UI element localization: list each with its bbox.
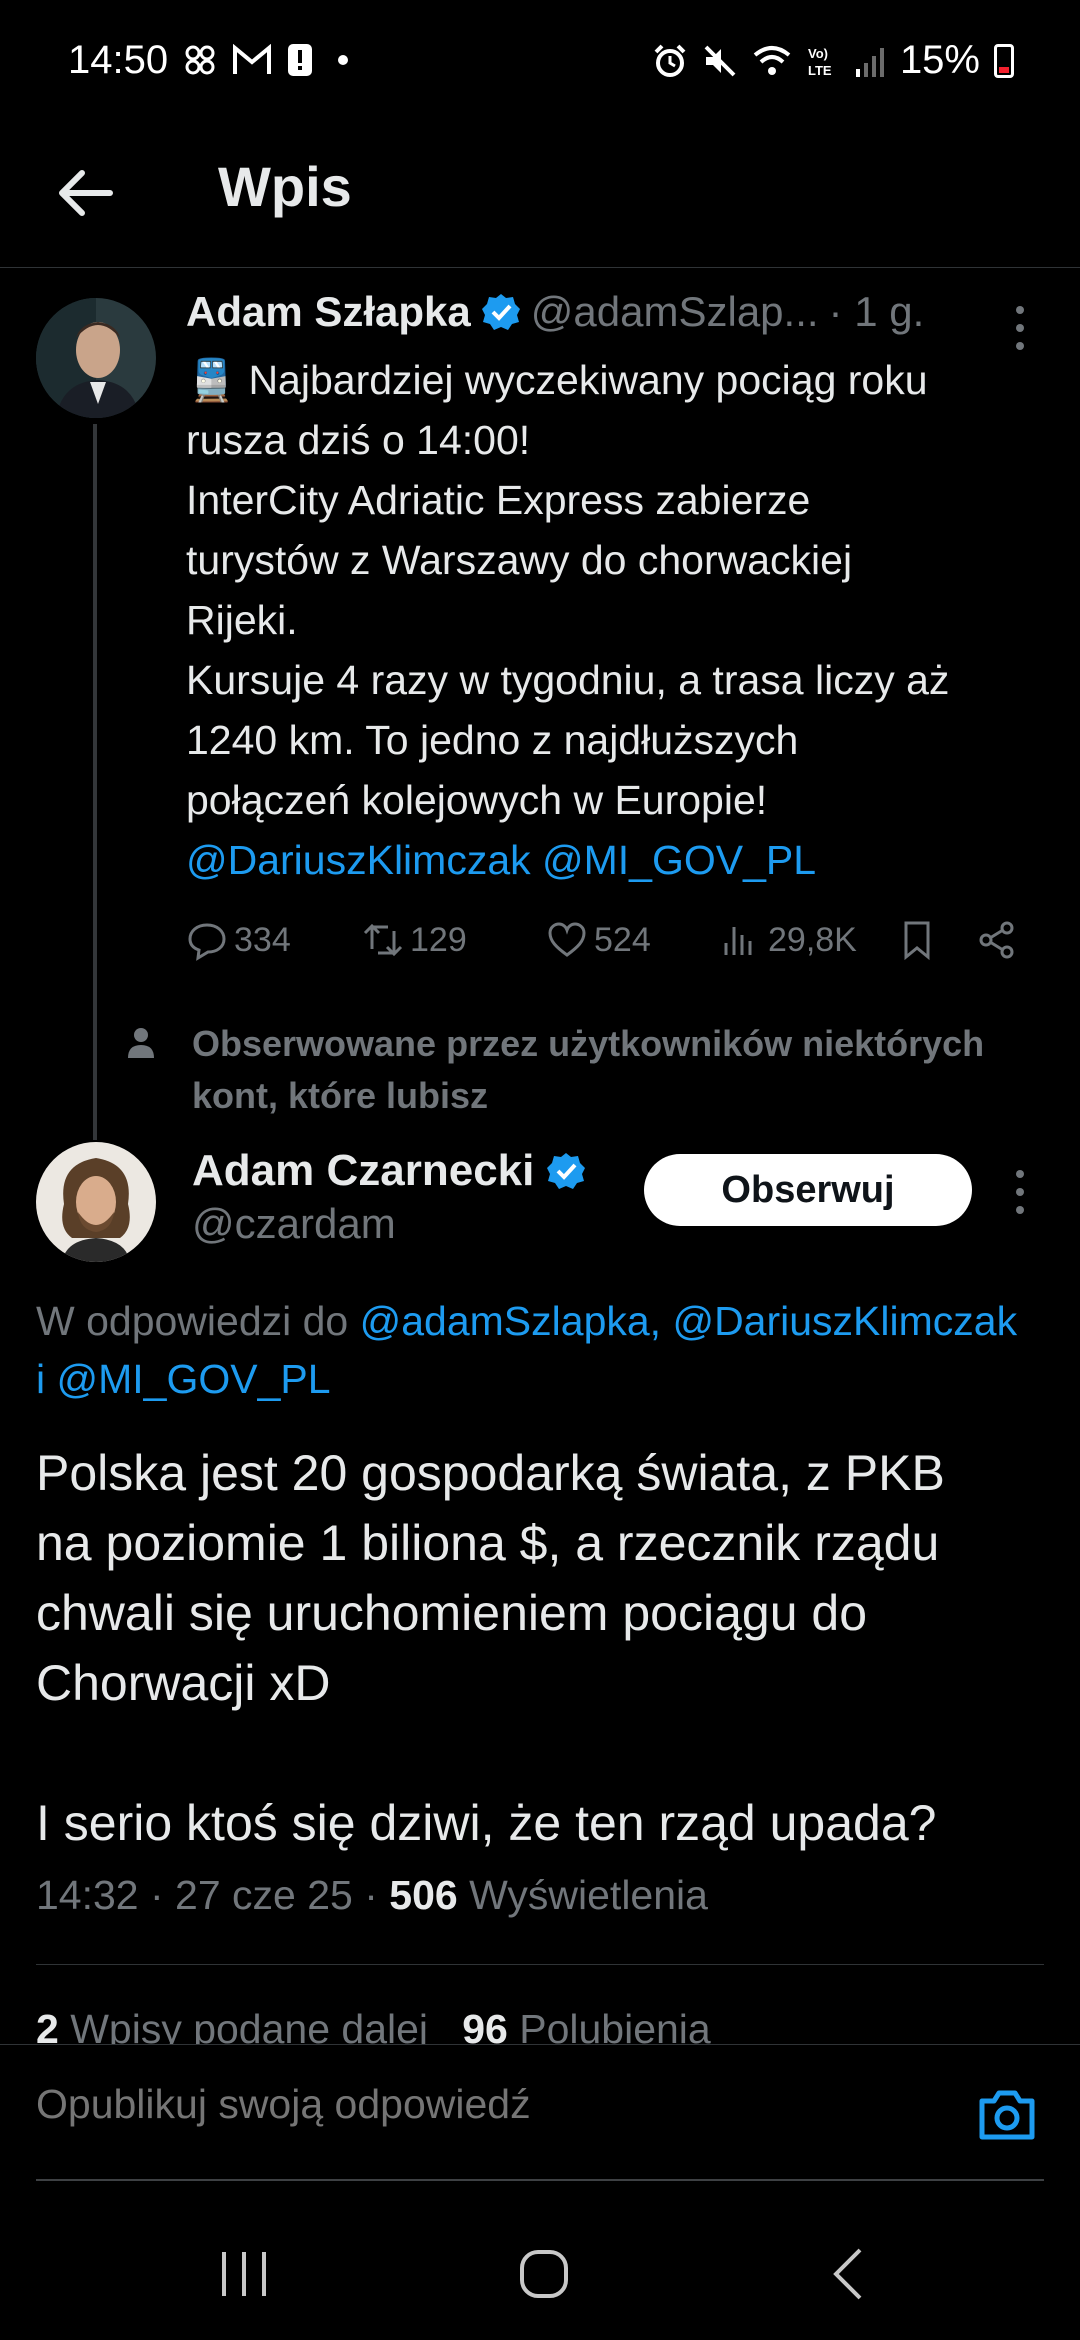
- repost-icon: [363, 923, 403, 957]
- bookmark-button[interactable]: [896, 919, 976, 961]
- back-icon[interactable]: [820, 2244, 880, 2304]
- reposts-label[interactable]: Wpisy podane dalej: [59, 2006, 428, 2046]
- likes-label[interactable]: Polubienia: [508, 2006, 711, 2046]
- reply-to-mentions[interactable]: @adamSzlapka, @DariuszKlimczak: [360, 1298, 1017, 1344]
- tweet-line: Rijeki.: [186, 597, 298, 643]
- reply-conjunction: i: [36, 1356, 57, 1402]
- top-app-bar: Wpis: [0, 120, 1080, 268]
- views-label: Wyświetlenia: [457, 1872, 708, 1918]
- views-count: 506: [389, 1872, 458, 1918]
- heart-icon: [548, 922, 586, 957]
- author-handle[interactable]: @adamSzlap...: [531, 288, 819, 336]
- tweet-line: chwali się uruchomieniem pociągu do: [36, 1585, 868, 1641]
- tweet-line: połączeń kolejowych w Europie!: [186, 777, 768, 823]
- divider: [36, 1964, 1044, 1965]
- reply-prefix: W odpowiedzi do: [36, 1298, 360, 1344]
- social-context-line: Obserwowane przez użytkowników niektóryc…: [192, 1023, 985, 1064]
- status-right-icons: Vo) LTE 15%: [652, 38, 1014, 83]
- likes-count[interactable]: 96: [462, 2006, 508, 2046]
- tweet1-text: 🚆 Najbardziej wyczekiwany pociąg roku ru…: [186, 350, 1046, 890]
- reply-button[interactable]: 334: [186, 919, 362, 961]
- like-button[interactable]: 524: [546, 919, 720, 961]
- home-icon[interactable]: [514, 2244, 574, 2304]
- author-handle[interactable]: @czardam: [192, 1200, 396, 1248]
- reply-input[interactable]: [36, 2081, 936, 2128]
- tweet-line: 1240 km. To jedno z najdłuższych: [186, 717, 799, 763]
- avatar-adam-czarnecki[interactable]: [36, 1142, 156, 1262]
- tweet-metadata: 14:32 · 27 cze 25 · 506 Wyświetlenia: [36, 1872, 708, 1919]
- repost-button[interactable]: 129: [362, 919, 546, 961]
- tweet-line: Kursuje 4 razy w tygodniu, a trasa liczy…: [186, 657, 950, 703]
- reply-icon: [188, 923, 226, 961]
- camera-icon[interactable]: [976, 2087, 1038, 2143]
- tweet1-header: Adam Szłapka @adamSzlap... · 1 g.: [186, 288, 924, 336]
- more-options-icon[interactable]: [1000, 298, 1040, 358]
- alert-icon: [288, 44, 312, 76]
- share-icon: [979, 921, 1014, 959]
- svg-text:LTE: LTE: [808, 63, 832, 78]
- tweet-line: na poziomie 1 biliona $, a rzecznik rząd…: [36, 1515, 940, 1571]
- social-context-line: kont, które lubisz: [192, 1075, 489, 1116]
- views-count: 29,8K: [768, 920, 857, 959]
- dot-icon: [338, 55, 348, 65]
- wifi-icon: [753, 45, 791, 75]
- tweet1-action-bar: 334 129 524 29,8K: [186, 912, 1036, 968]
- system-navigation-bar: [0, 2200, 1080, 2340]
- page-title: Wpis: [218, 155, 352, 218]
- composer-underline: [36, 2179, 1044, 2181]
- tweet-line: turystów z Warszawy do chorwackiej: [186, 537, 853, 583]
- status-left-icons: [182, 42, 358, 78]
- repost-count: 129: [410, 920, 467, 959]
- battery-percentage: 15%: [899, 38, 980, 82]
- tweet-line: I serio ktoś się dziwi, że ten rząd upad…: [36, 1795, 937, 1851]
- tweet2-text: Polska jest 20 gospodarką świata, z PKB …: [36, 1438, 1066, 1858]
- mute-icon: [704, 45, 736, 76]
- tweet-line: InterCity Adriatic Express zabierze: [186, 477, 811, 523]
- tweet-line: 🚆 Najbardziej wyczekiwany pociąg roku: [186, 357, 928, 403]
- tweet-timestamp: 14:32 · 27 cze 25 ·: [36, 1872, 390, 1918]
- gmail-icon: [233, 44, 271, 74]
- thread-connector-line: [93, 424, 97, 1140]
- tweet-line: Chorwacji xD: [36, 1655, 331, 1711]
- reply-to-context: W odpowiedzi do @adamSzlapka, @DariuszKl…: [36, 1292, 1080, 1408]
- back-arrow-icon[interactable]: [50, 158, 120, 228]
- battery-icon: [994, 43, 1014, 78]
- views-button[interactable]: 29,8K: [720, 919, 896, 961]
- recent-apps-icon[interactable]: [214, 2244, 274, 2304]
- engagement-stats: 2 Wpisy podane dalej 96 Polubienia: [36, 2006, 711, 2046]
- pinwheel-icon: [185, 45, 215, 75]
- reply-to-mention[interactable]: @MI_GOV_PL: [57, 1356, 331, 1402]
- bookmark-icon: [904, 921, 930, 961]
- tweet-time: · 1 g.: [828, 288, 925, 335]
- more-options-icon[interactable]: [1000, 1162, 1040, 1222]
- tweet-mentions[interactable]: @DariuszKlimczak @MI_GOV_PL: [186, 830, 1046, 890]
- tweet-line: rusza dziś o 14:00!: [186, 417, 531, 463]
- signal-icon: [855, 47, 884, 77]
- status-time: 14:50: [68, 38, 169, 82]
- author-name[interactable]: Adam Szłapka: [186, 288, 471, 336]
- svg-text:Vo): Vo): [808, 46, 828, 61]
- alarm-icon: [654, 44, 686, 77]
- author-name[interactable]: Adam Czarnecki: [192, 1146, 534, 1196]
- like-count: 524: [594, 920, 651, 959]
- tweet-line: Polska jest 20 gospodarką świata, z PKB: [36, 1445, 945, 1501]
- tweet2-author: Adam Czarnecki: [192, 1146, 586, 1196]
- reposts-count[interactable]: 2: [36, 2006, 59, 2046]
- person-icon: [128, 1028, 154, 1058]
- verified-badge-icon: [547, 1153, 586, 1189]
- views-chart-icon: [724, 927, 752, 955]
- reply-composer: [0, 2044, 1080, 2181]
- verified-badge-icon: [481, 294, 520, 330]
- reply-count: 334: [234, 920, 291, 959]
- follow-button[interactable]: Obserwuj: [644, 1154, 972, 1226]
- avatar-adam-szlapka[interactable]: [36, 298, 156, 418]
- share-button[interactable]: [976, 919, 1036, 961]
- volte-icon: Vo) LTE: [808, 46, 832, 78]
- status-bar: 14:50 Vo) LTE 15%: [0, 0, 1080, 120]
